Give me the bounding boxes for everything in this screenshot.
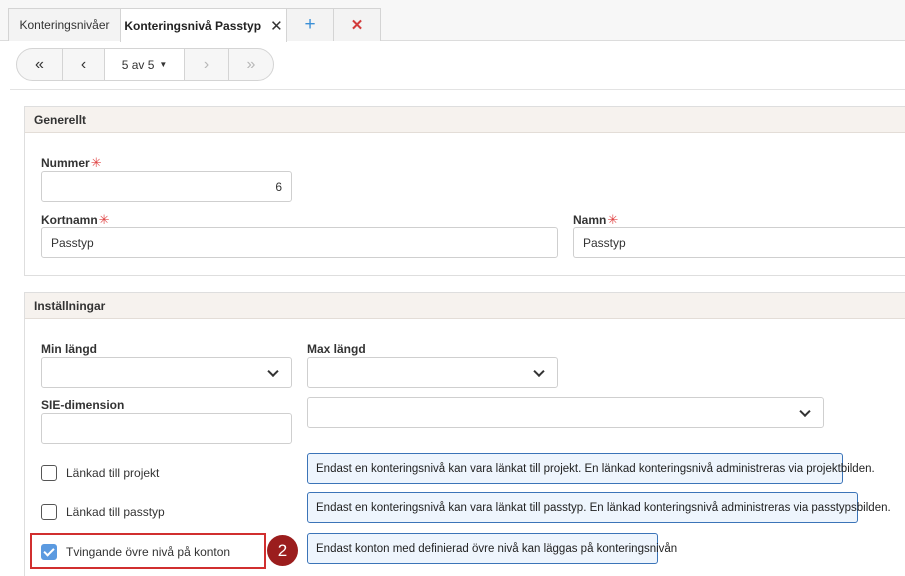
double-chevron-right-icon: » xyxy=(246,55,256,73)
chevron-right-icon: › xyxy=(203,55,210,73)
chevron-down-icon xyxy=(267,365,279,377)
remove-button[interactable]: ✕ xyxy=(333,8,381,41)
checkbox-label: Länkad till projekt xyxy=(66,466,160,480)
max-length-label: Max längd xyxy=(307,342,366,356)
linked-project-info: Endast en konteringsnivå kan vara länkat… xyxy=(307,453,875,484)
page-indicator: 5 av 5 xyxy=(121,57,155,72)
linked-passtyp-info: Endast en konteringsnivå kan vara länkat… xyxy=(307,492,891,523)
kortnamn-label: Kortnamn✳ xyxy=(41,212,110,227)
double-chevron-left-icon: « xyxy=(35,55,44,73)
mandatory-upper-level-info: Endast konton med definierad övre nivå k… xyxy=(307,533,677,564)
first-record-button[interactable]: « xyxy=(17,49,63,80)
tab-konteringsniva-passtyp[interactable]: Konteringsnivå Passtyp ✕ xyxy=(120,8,287,42)
linked-project-checkbox-row[interactable]: Länkad till projekt xyxy=(41,465,159,481)
namn-field[interactable]: Passtyp xyxy=(573,227,905,258)
sie-dimension-label: SIE-dimension xyxy=(41,398,125,412)
panel-title: Inställningar xyxy=(34,298,106,313)
panel-title: Generellt xyxy=(34,112,87,127)
linked-project-checkbox[interactable] xyxy=(41,465,57,481)
min-length-label: Min längd xyxy=(41,342,97,356)
sie-dimension-select[interactable] xyxy=(307,397,824,428)
chevron-down-icon xyxy=(533,365,545,377)
step-badge: 2 xyxy=(267,535,298,566)
required-icon: ✳ xyxy=(90,155,102,170)
next-record-button[interactable]: › xyxy=(185,49,229,80)
previous-record-button[interactable]: ‹ xyxy=(63,49,105,80)
sie-dimension-field[interactable] xyxy=(41,413,292,444)
tab-label: Konteringsnivåer xyxy=(19,18,110,32)
tab-label: Konteringsnivå Passtyp xyxy=(124,18,262,33)
delete-icon: ✕ xyxy=(350,17,364,34)
linked-passtyp-checkbox-row[interactable]: Länkad till passtyp xyxy=(41,504,165,520)
min-length-select[interactable] xyxy=(41,357,292,388)
add-tab-button[interactable]: + xyxy=(286,8,334,41)
tab-bar: Konteringsnivåer Konteringsnivå Passtyp … xyxy=(0,0,905,42)
checkbox-label: Länkad till passtyp xyxy=(66,505,165,519)
panel-header: Inställningar xyxy=(25,293,905,319)
kortnamn-field[interactable]: Passtyp xyxy=(41,227,558,258)
page-selector[interactable]: 5 av 5 ▼ xyxy=(105,49,185,80)
max-length-select[interactable] xyxy=(307,357,558,388)
chevron-down-icon xyxy=(799,405,811,417)
last-record-button[interactable]: » xyxy=(229,49,273,80)
plus-icon: + xyxy=(304,14,316,35)
panel-header: Generellt xyxy=(25,107,905,133)
required-icon: ✳ xyxy=(607,212,619,227)
highlight-box xyxy=(30,533,266,569)
divider xyxy=(10,89,905,90)
close-icon[interactable]: ✕ xyxy=(270,17,283,35)
linked-passtyp-checkbox[interactable] xyxy=(41,504,57,520)
record-pager: « ‹ 5 av 5 ▼ › » xyxy=(16,48,274,81)
namn-label: Namn✳ xyxy=(573,212,619,227)
nummer-label: Nummer✳ xyxy=(41,155,102,170)
chevron-left-icon: ‹ xyxy=(80,55,87,73)
required-icon: ✳ xyxy=(98,212,110,227)
tab-konteringsnivaer[interactable]: Konteringsnivåer xyxy=(8,8,121,41)
nummer-field[interactable]: 6 xyxy=(41,171,292,202)
caret-down-icon: ▼ xyxy=(159,60,168,69)
